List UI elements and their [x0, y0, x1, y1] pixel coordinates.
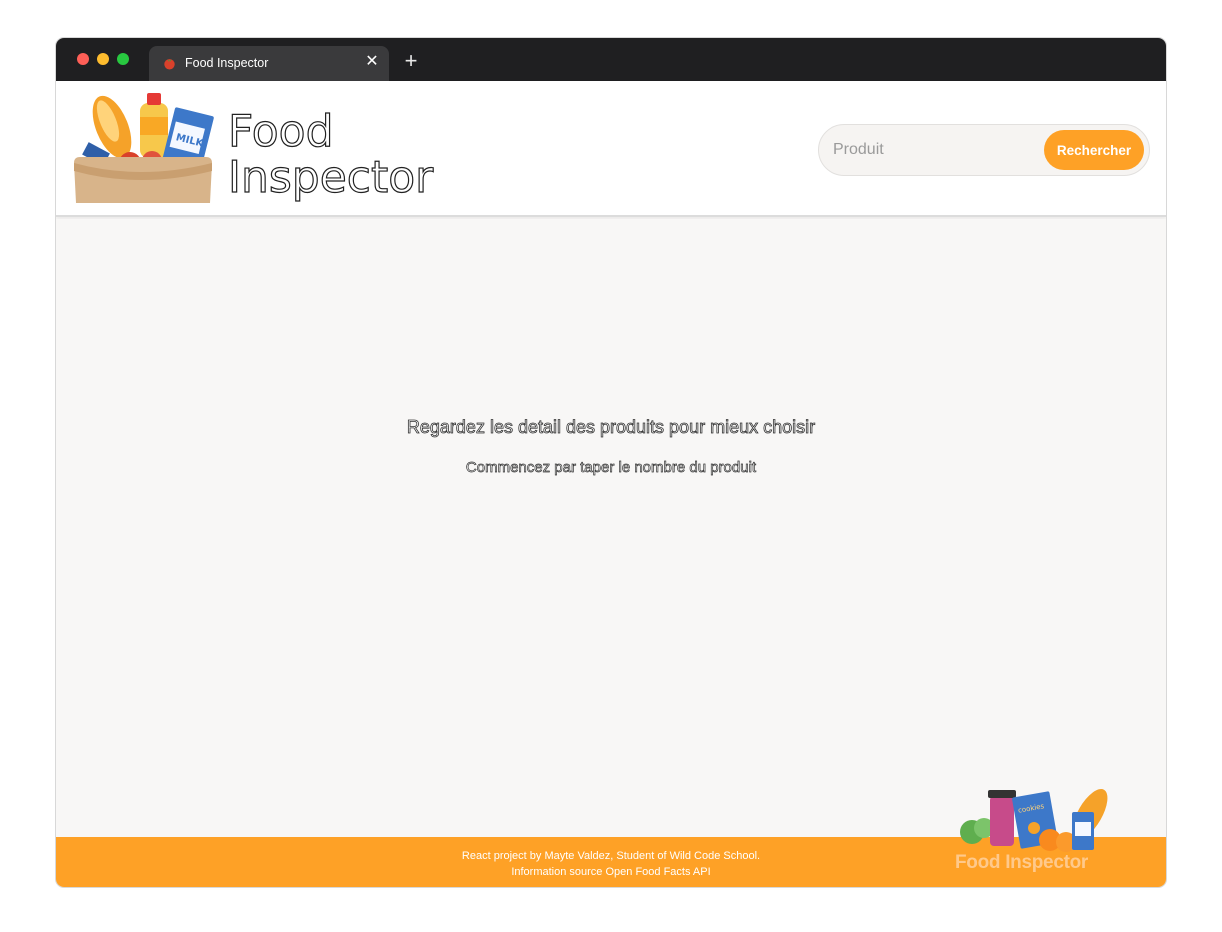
minimize-window-button[interactable] [97, 53, 109, 65]
footer-brand: Food Inspector [955, 852, 1089, 873]
search-button[interactable]: Rechercher [1044, 130, 1144, 170]
brand-line-1: Food [227, 106, 334, 157]
site-header: MILK Food Inspector Rechercher [56, 81, 1166, 217]
page-headline: Regardez les detail des produits pour mi… [406, 417, 816, 438]
tab-food-inspector[interactable]: Food Inspector ✕ [149, 46, 389, 81]
groceries-icon: cookies [960, 789, 1108, 852]
new-tab-button[interactable]: + [400, 50, 422, 72]
search-input[interactable] [833, 138, 1033, 162]
title-bar: Food Inspector ✕ + [56, 38, 1166, 81]
brand-title[interactable]: Food Inspector [227, 106, 434, 203]
browser-window: Food Inspector ✕ + MILK Food Inspector P… [56, 38, 1166, 887]
grocery-bag-icon[interactable]: MILK [70, 91, 216, 205]
tab-title: Food Inspector [185, 56, 269, 70]
page-subline: Commencez par taper le nombre du produit [465, 459, 757, 477]
maximize-window-button[interactable] [117, 53, 129, 65]
close-window-button[interactable] [77, 53, 89, 65]
brand-line-2: Inspector [227, 152, 434, 203]
search-bar: Rechercher [818, 124, 1150, 176]
main-content: Regardez les detail des produits pour mi… [56, 219, 1166, 837]
tomato-icon [164, 59, 175, 70]
close-tab-icon[interactable]: ✕ [363, 53, 381, 71]
